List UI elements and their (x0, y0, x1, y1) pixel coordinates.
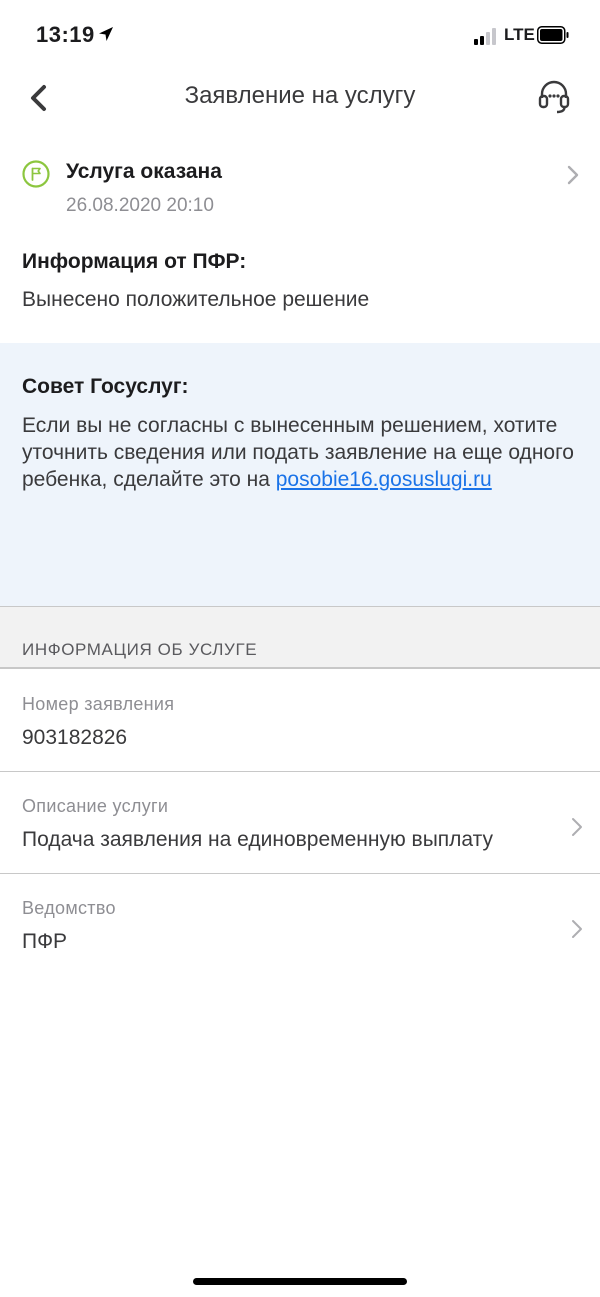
headset-icon (538, 80, 570, 114)
info-row-department[interactable]: Ведомство ПФР (0, 874, 600, 976)
home-indicator[interactable] (193, 1278, 407, 1285)
advice-text: Если вы не согласны с вынесенным решение… (22, 412, 582, 493)
pfr-info-heading: Информация от ПФР: (22, 250, 247, 273)
battery-icon (537, 26, 569, 44)
status-time: 13:19 (36, 22, 95, 47)
advice-title: Совет Госуслуг: (22, 375, 189, 398)
location-arrow-icon (99, 27, 113, 41)
chevron-right-icon (572, 920, 582, 938)
application-status-row[interactable]: Услуга оказана 26.08.2020 20:10 (0, 150, 600, 226)
status-title: Услуга оказана (66, 160, 222, 183)
page-title: Заявление на услугу (184, 82, 416, 109)
pfr-info-text: Вынесено положительное решение (22, 288, 370, 311)
advice-link[interactable]: posobie16.gosuslugi.ru (276, 468, 492, 491)
info-value: 903182826 (22, 726, 128, 749)
section-header: ИНФОРМАЦИЯ ОБ УСЛУГЕ (0, 606, 600, 669)
cellular-signal-icon (474, 27, 502, 45)
info-label: Ведомство (22, 898, 116, 918)
info-value: Подача заявления на единовременную выпла… (22, 828, 494, 851)
advice-panel: Совет Госуслуг: Если вы не согласны с вы… (0, 343, 600, 606)
info-row-service-description[interactable]: Описание услуги Подача заявления на един… (0, 772, 600, 874)
flag-icon (22, 160, 50, 188)
support-button[interactable] (534, 76, 574, 116)
info-label: Номер заявления (22, 694, 175, 714)
chevron-right-icon (572, 818, 582, 836)
section-title: ИНФОРМАЦИЯ ОБ УСЛУГЕ (22, 640, 258, 659)
status-bar: 13:19 LTE (0, 0, 600, 70)
navigation-bar: Заявление на услугу (0, 70, 600, 126)
info-row-application-number: Номер заявления 903182826 (0, 670, 600, 772)
chevron-right-icon (567, 165, 579, 185)
status-date: 26.08.2020 20:10 (66, 195, 214, 216)
info-value: ПФР (22, 930, 68, 953)
network-type: LTE (504, 25, 535, 44)
info-label: Описание услуги (22, 796, 169, 816)
